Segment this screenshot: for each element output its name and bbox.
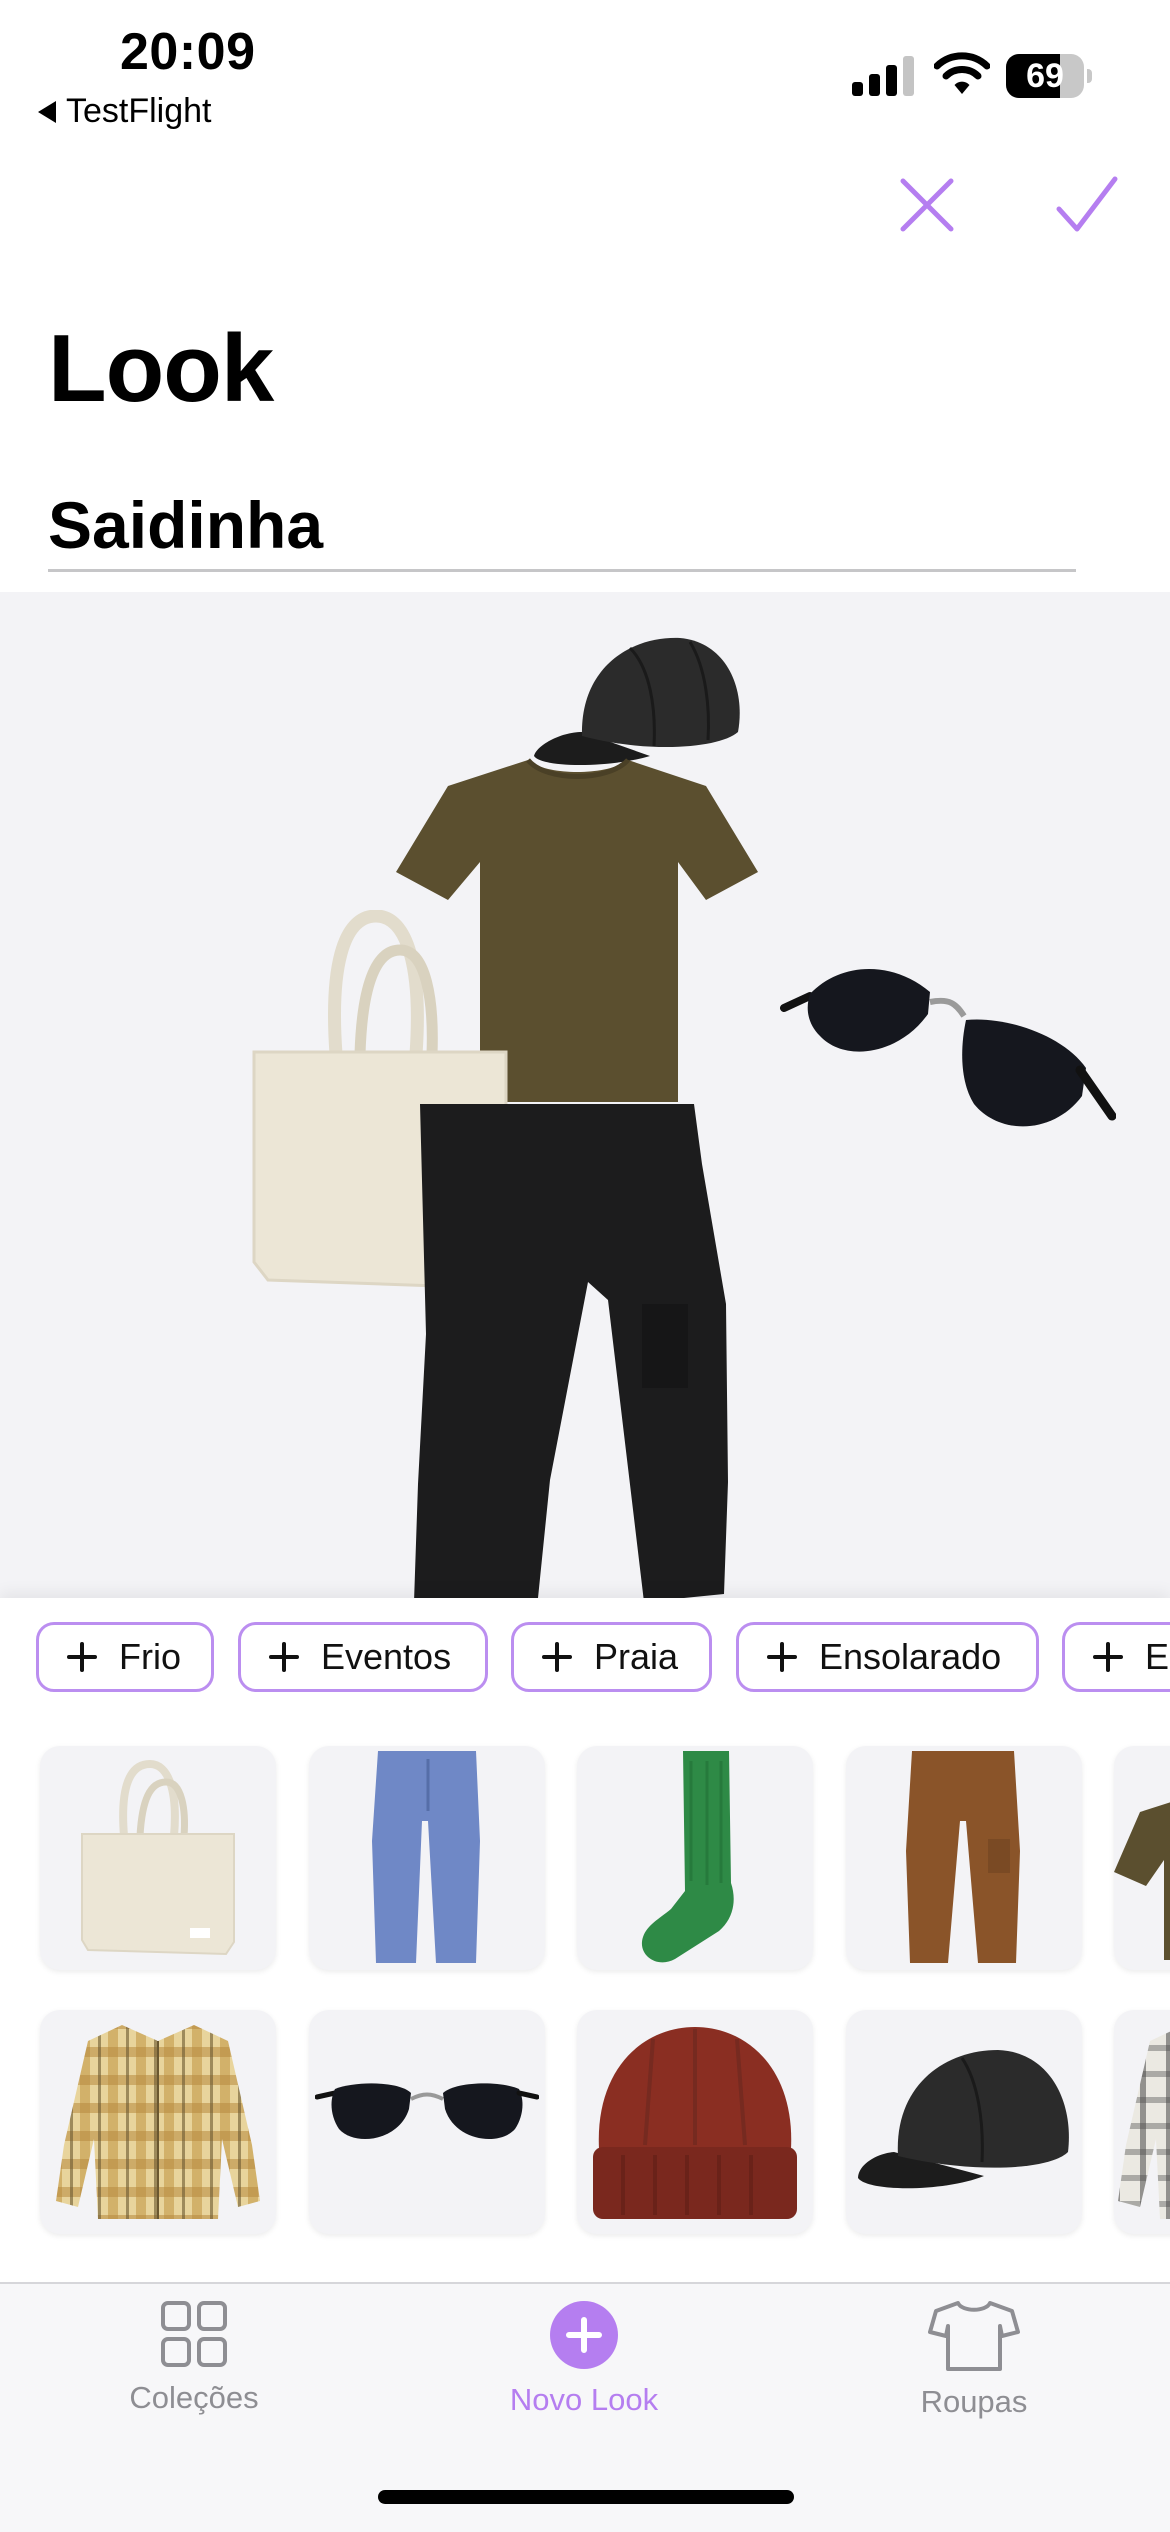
- wardrobe-item-cap[interactable]: [846, 2010, 1082, 2234]
- tag-label: E: [1145, 1636, 1170, 1677]
- jeans-icon: [372, 1751, 480, 1963]
- wardrobe-item-sunglasses[interactable]: [309, 2010, 545, 2234]
- plus-icon: [67, 1642, 97, 1672]
- back-app-label: TestFlight: [66, 92, 212, 130]
- tag-ensolarado-button[interactable]: Ensolarado: [736, 1622, 1039, 1692]
- wardrobe-item-plaid-shirt[interactable]: [40, 2010, 276, 2234]
- battery-body: 69: [1006, 54, 1084, 98]
- back-to-app-link[interactable]: TestFlight: [38, 92, 212, 131]
- wardrobe-item-plaid-shirt[interactable]: [1114, 2010, 1170, 2234]
- wardrobe-item-beanie[interactable]: [577, 2010, 813, 2234]
- cancel-button[interactable]: [882, 160, 972, 250]
- tag-frio-button[interactable]: Frio: [36, 1622, 214, 1692]
- wardrobe-item-tote-bag[interactable]: [40, 1746, 276, 1970]
- battery-percent: 69: [1026, 57, 1064, 95]
- plus-icon: [1093, 1642, 1123, 1672]
- outfit-canvas[interactable]: [0, 592, 1170, 1598]
- look-name-field[interactable]: [48, 480, 1076, 572]
- grid-icon: [161, 2301, 227, 2367]
- plus-icon: [767, 1642, 797, 1672]
- tab-novo-look[interactable]: Novo Look: [434, 2300, 734, 2440]
- tote-bag-icon: [81, 1760, 235, 1956]
- status-bar: 20:09 TestFlight 69: [0, 0, 1170, 140]
- cap-icon: [858, 2050, 1069, 2189]
- tag-label: Praia: [594, 1636, 679, 1677]
- tag-eventos-button[interactable]: Eventos: [238, 1622, 488, 1692]
- wardrobe-item-cargo-pants[interactable]: [846, 1746, 1082, 1970]
- back-triangle-icon: [38, 100, 56, 123]
- wardrobe-grid: [0, 1718, 1170, 2282]
- status-time: 20:09: [120, 23, 256, 81]
- battery-indicator: 69: [1006, 54, 1092, 98]
- plus-circle-icon: [550, 2301, 618, 2369]
- xmark-icon: [900, 178, 954, 232]
- tab-label: Coleções: [129, 2380, 259, 2415]
- beanie-icon: [593, 2027, 797, 2219]
- tag-praia-button[interactable]: Praia: [511, 1622, 712, 1692]
- tag-label: Ensolarado: [819, 1636, 1002, 1677]
- wardrobe-item-tshirt[interactable]: [1114, 1746, 1170, 1970]
- tab-roupas[interactable]: Roupas: [824, 2300, 1124, 2440]
- plaid-shirt-icon: [56, 2025, 260, 2219]
- page-title: Look: [48, 315, 274, 422]
- plaid-shirt-icon: [1118, 2031, 1170, 2219]
- tab-label: Novo Look: [509, 2382, 659, 2417]
- sock-icon: [641, 1751, 734, 1963]
- nav-actions: [0, 160, 1170, 250]
- wifi-icon: [934, 52, 990, 94]
- sunglasses-icon: [315, 2083, 539, 2140]
- plus-icon: [269, 1642, 299, 1672]
- tshirt-outline-icon: [928, 2301, 1020, 2371]
- plus-icon: [542, 1642, 572, 1672]
- sunglasses-icon[interactable]: [780, 938, 1116, 1150]
- cellular-signal-icon: [852, 56, 914, 96]
- cap-icon[interactable]: [530, 628, 746, 768]
- tags-row: Frio Eventos Praia Ensolarado E: [0, 1598, 1170, 1718]
- tab-colecoes[interactable]: Coleções: [44, 2300, 344, 2440]
- pants-icon[interactable]: [412, 1104, 736, 1598]
- tab-label: Roupas: [920, 2384, 1028, 2419]
- save-button[interactable]: [1042, 160, 1132, 250]
- tag-label: Frio: [119, 1636, 181, 1677]
- battery-nub: [1087, 69, 1092, 83]
- tag-partial-button[interactable]: E: [1062, 1622, 1170, 1692]
- home-indicator: [378, 2490, 794, 2504]
- tag-label: Eventos: [321, 1636, 452, 1677]
- wardrobe-item-jeans[interactable]: [309, 1746, 545, 1970]
- wardrobe-item-sock[interactable]: [577, 1746, 813, 1970]
- tshirt-icon: [1114, 1802, 1170, 1960]
- checkmark-icon: [1056, 176, 1118, 232]
- cargo-pants-icon: [906, 1751, 1020, 1963]
